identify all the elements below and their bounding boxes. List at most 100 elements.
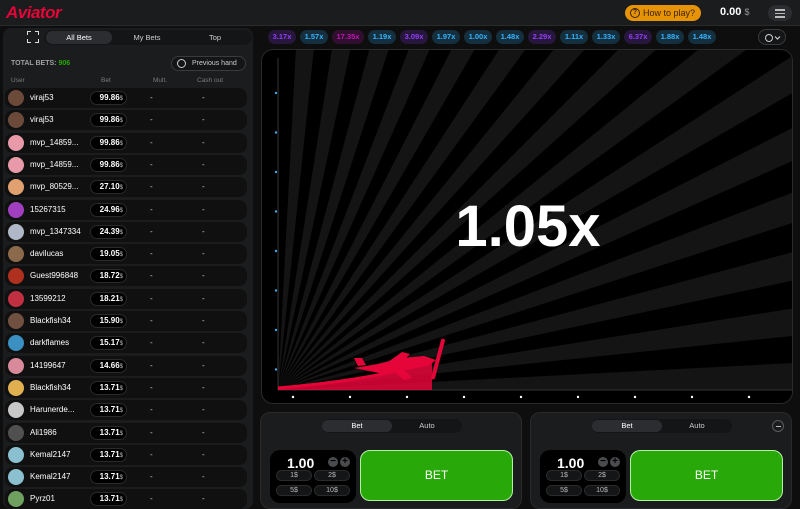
history-multiplier[interactable]: 1.00x [464,30,492,44]
avatar [8,491,24,508]
avatar [8,469,24,486]
history-multiplier[interactable]: 1.48x [688,30,716,44]
bet-cashout: - [202,115,205,125]
quick-amount-button[interactable]: 1$ [276,470,312,481]
bet-cashout: - [202,427,205,437]
quick-amount-button[interactable]: 1$ [546,470,582,481]
quick-amount-button[interactable]: 5$ [276,485,312,496]
bet-cashout: - [202,472,205,482]
bet-panel: Bet Auto 1.00 − + 1$ 2$ 5$ 10$ BET [530,412,792,509]
bet-row: mvp_14859... 99.86$ - - [5,132,247,153]
bet-cashout: - [202,449,205,459]
bet-row: Kemal2147 13.71$ - - [5,444,247,465]
total-bets-label: TOTAL BETS: [11,60,57,67]
bet-amount: 27.10$ [90,180,127,195]
history-multiplier[interactable]: 1.57x [300,30,328,44]
bet-cashout: - [202,249,205,259]
bet-amount: 99.86$ [90,113,127,128]
history-multiplier[interactable]: 1.19x [368,30,396,44]
bet-multiplier: - [150,249,153,259]
bet-cashout: - [202,338,205,348]
history-multiplier[interactable]: 2.29x [528,30,556,44]
bet-amount-value[interactable]: 1.00 [557,455,584,471]
bet-username: Pyrz01 [30,494,55,504]
bet-multiplier: - [150,316,153,325]
bet-row: 13599212 18.21$ - - [5,288,247,309]
place-bet-button[interactable]: BET [360,450,513,501]
history-multiplier[interactable]: 6.37x [624,30,652,44]
bet-row: Ali1986 13.71$ - - [5,422,247,443]
bet-amount: 99.86$ [90,135,127,150]
avatar [8,424,24,441]
quick-amount-button[interactable]: 10$ [584,485,620,496]
decrease-icon[interactable]: − [328,457,338,467]
history-multiplier[interactable]: 17.35x [332,30,364,44]
place-bet-button[interactable]: BET [630,450,783,501]
how-to-play-button[interactable]: ? How to play? [625,5,701,21]
bet-username: Kemal2147 [30,449,71,459]
tab-bet[interactable]: Bet [322,420,392,432]
bet-row: 14199647 14.66$ - - [5,355,247,376]
bet-amount-input[interactable]: 1.00 − + 1$ 2$ 5$ 10$ [540,450,626,503]
bet-multiplier: - [150,494,153,504]
history-multiplier[interactable]: 1.48x [496,30,524,44]
quick-amount-button[interactable]: 2$ [314,470,350,481]
increase-icon[interactable]: + [340,457,350,467]
avatar [8,223,24,240]
bet-username: Harunerde... [30,405,75,415]
tab-top[interactable]: Top [182,31,248,44]
bet-cashout: - [202,293,205,303]
tab-auto[interactable]: Auto [392,420,462,432]
previous-hand-button[interactable]: Previous hand [171,56,246,71]
tab-bet[interactable]: Bet [592,420,662,432]
history-multiplier[interactable]: 1.11x [560,30,588,44]
bet-cashout: - [202,137,205,147]
column-bet: Bet [101,77,111,84]
history-multiplier[interactable]: 1.88x [656,30,684,44]
bet-amount: 99.86$ [90,157,127,172]
tab-my-bets[interactable]: My Bets [114,31,180,44]
bet-amount-input[interactable]: 1.00 − + 1$ 2$ 5$ 10$ [270,450,356,503]
quick-amount-button[interactable]: 5$ [546,485,582,496]
total-bets-count: 906 [58,60,71,67]
decrease-icon[interactable]: − [598,457,608,467]
bet-row: mvp_14859... 99.86$ - - [5,154,247,175]
hamburger-menu-icon[interactable] [768,5,792,21]
aviator-logo[interactable]: Aviator [6,3,62,23]
history-multiplier[interactable]: 3.17x [268,30,296,44]
bet-multiplier: - [150,159,153,169]
bet-cashout: - [202,382,205,392]
avatar [8,446,24,463]
bet-amount: 18.72$ [90,269,127,284]
bet-multiplier: - [150,271,153,281]
history-toggle-button[interactable] [758,29,786,45]
tab-all-bets[interactable]: All Bets [46,31,112,44]
total-bets: TOTAL BETS: 906 [11,60,70,67]
tab-auto[interactable]: Auto [662,420,732,432]
history-dropdown-icon [765,34,781,42]
bet-amount: 13.71$ [90,425,127,440]
bet-username: mvp_80529... [30,182,79,192]
avatar [8,246,24,263]
bet-multiplier: - [150,204,153,214]
quick-amount-button[interactable]: 2$ [584,470,620,481]
bet-amount-value[interactable]: 1.00 [287,455,314,471]
avatar [8,112,24,129]
bet-row: viraj53 99.86$ - - [5,88,247,108]
bet-cashout: - [202,494,205,504]
bet-multiplier: - [150,449,153,459]
history-multiplier[interactable]: 1.97x [432,30,460,44]
balance-currency: $ [744,7,750,17]
history-multiplier[interactable]: 1.33x [592,30,620,44]
increase-icon[interactable]: + [610,457,620,467]
remove-panel-icon[interactable] [772,420,784,432]
current-multiplier: 1.05x [455,194,601,259]
quick-amount-button[interactable]: 10$ [314,485,350,496]
history-multiplier[interactable]: 3.09x [400,30,428,44]
question-icon: ? [630,8,640,18]
avatar [8,268,24,285]
bets-tabs: All Bets My Bets Top [44,30,252,45]
bet-amount: 13.71$ [90,403,127,418]
bet-cashout: - [202,226,205,236]
expand-icon[interactable] [24,30,42,44]
